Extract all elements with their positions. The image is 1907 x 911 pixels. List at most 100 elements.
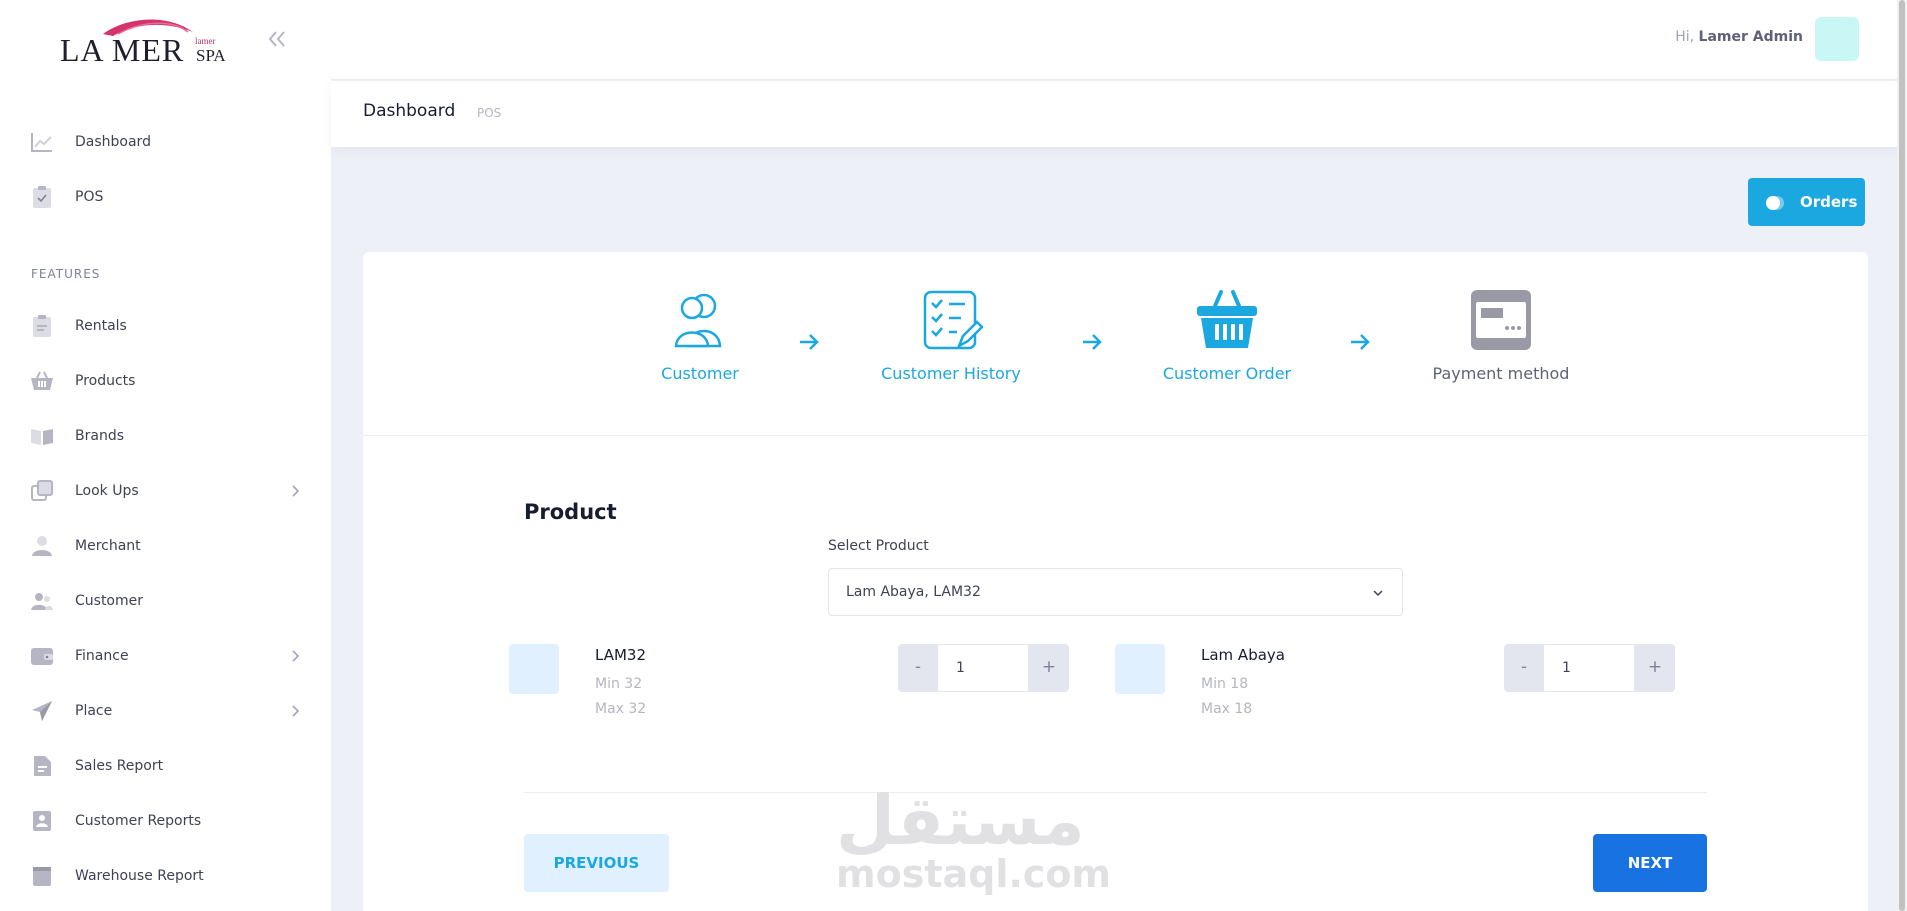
- sidebar-item-pos[interactable]: POS: [0, 177, 331, 217]
- sidebar-item-label: Dashboard: [75, 134, 151, 150]
- section-title: Product: [524, 500, 617, 524]
- clipboard-check-icon: [33, 186, 51, 208]
- sidebar-item-look-ups[interactable]: Look Ups: [0, 471, 331, 511]
- decrement-button[interactable]: -: [1504, 644, 1544, 692]
- sidebar-item-label: Place: [75, 703, 113, 719]
- pos-wizard-card: Customer Customer History Customer Order…: [363, 252, 1868, 911]
- quantity-input[interactable]: [1544, 645, 1634, 691]
- previous-button[interactable]: PREVIOUS: [524, 834, 669, 892]
- sidebar-item-brands[interactable]: Brands: [0, 416, 331, 456]
- product-name: LAM32: [595, 646, 646, 664]
- sidebar-item-label: POS: [75, 189, 104, 205]
- watermark-arabic: مستقل: [836, 782, 1085, 861]
- basket-icon: [31, 371, 53, 390]
- logo-small-text: lamer: [195, 36, 216, 46]
- user-greeting[interactable]: Hi, Lamer Admin: [1675, 29, 1803, 45]
- orders-button[interactable]: Orders: [1748, 178, 1865, 226]
- navigation-icon: [32, 701, 52, 721]
- chevron-right-icon: [292, 485, 300, 497]
- sidebar-item-label: Sales Report: [75, 758, 164, 774]
- double-chevron-left-icon: [268, 31, 285, 47]
- payment-card-icon: [1471, 290, 1531, 350]
- watermark: مستقل mostaql.com: [836, 782, 1112, 902]
- wizard-step-label: Payment method: [1432, 364, 1570, 383]
- checklist-edit-icon: [923, 290, 983, 350]
- quantity-stepper: - +: [898, 644, 1069, 692]
- product-min: Min 32: [595, 676, 643, 692]
- wizard-step-label: Customer Order: [1162, 364, 1292, 383]
- logo-suffix: SPA: [196, 46, 226, 65]
- product-max: Max 18: [1201, 701, 1253, 717]
- file-icon: [34, 756, 51, 776]
- basket-icon: [1197, 290, 1257, 348]
- sidebar-item-label: Merchant: [75, 538, 141, 554]
- wizard-steps: Customer Customer History Customer Order…: [363, 252, 1868, 436]
- wizard-step-label: Customer: [661, 364, 739, 383]
- product-thumbnail: [1115, 644, 1165, 694]
- sidebar-item-label: Products: [75, 373, 136, 389]
- sidebar-item-warehouse-report[interactable]: Warehouse Report: [0, 856, 331, 896]
- select-product-label: Select Product: [828, 538, 929, 554]
- sidebar-section-title: FEATURES: [31, 267, 101, 281]
- chevron-right-icon: [292, 650, 300, 662]
- product-thumbnail: [509, 644, 559, 694]
- chevron-right-icon: [292, 705, 300, 717]
- sidebar-item-products[interactable]: Products: [0, 361, 331, 401]
- users-icon: [31, 593, 53, 610]
- sidebar-item-merchant[interactable]: Merchant: [0, 526, 331, 566]
- select-product-dropdown[interactable]: Lam Abaya, LAM32: [828, 568, 1403, 616]
- top-header: Hi, Lamer Admin: [331, 0, 1907, 80]
- sidebar-item-label: Brands: [75, 428, 124, 444]
- chart-line-icon: [31, 133, 52, 152]
- avatar[interactable]: [1815, 17, 1859, 61]
- next-button[interactable]: NEXT: [1593, 834, 1707, 892]
- product-name: Lam Abaya: [1201, 646, 1285, 664]
- divider: [524, 792, 1707, 793]
- sidebar-item-sales-report[interactable]: Sales Report: [0, 746, 331, 786]
- quantity-input[interactable]: [938, 645, 1028, 691]
- chevron-down-icon: [1373, 590, 1383, 597]
- select-product-value: Lam Abaya, LAM32: [846, 584, 981, 600]
- layers-icon: [31, 480, 53, 501]
- user-name: Lamer Admin: [1698, 29, 1803, 45]
- watermark-latin: mostaql.com: [836, 852, 1112, 896]
- increment-button[interactable]: +: [1029, 644, 1069, 692]
- wizard-step-customer[interactable]: Customer: [600, 288, 800, 398]
- sidebar-item-customer[interactable]: Customer: [0, 581, 331, 621]
- sidebar-item-rentals[interactable]: Rentals: [0, 306, 331, 346]
- sidebar-item-label: Customer: [75, 593, 144, 609]
- scrollbar-thumb[interactable]: [1899, 0, 1905, 911]
- scrollbar[interactable]: [1897, 0, 1907, 911]
- sidebar-item-label: Rentals: [75, 318, 127, 334]
- breadcrumb[interactable]: POS: [477, 106, 501, 120]
- wizard-step-payment-method[interactable]: Payment method: [1401, 288, 1601, 398]
- wizard-step-customer-history[interactable]: Customer History: [851, 288, 1051, 398]
- book-icon: [31, 429, 53, 445]
- sidebar-item-customer-reports[interactable]: Customer Reports: [0, 801, 331, 841]
- orders-button-label: Orders: [1800, 193, 1858, 211]
- sidebar-item-place[interactable]: Place: [0, 691, 331, 731]
- arrow-right-icon: [1351, 334, 1370, 350]
- wallet-icon: [31, 648, 53, 665]
- logo-text: LA MER: [60, 32, 185, 68]
- product-min: Min 18: [1201, 676, 1249, 692]
- sidebar-item-dashboard[interactable]: Dashboard: [0, 122, 331, 162]
- box-icon: [33, 867, 51, 886]
- sidebar-item-label: Finance: [75, 648, 129, 664]
- brand-logo[interactable]: LA MER lamer SPA: [58, 14, 233, 68]
- arrow-right-icon: [800, 334, 819, 350]
- greeting-prefix: Hi,: [1675, 29, 1695, 45]
- page-title: Dashboard: [363, 101, 456, 121]
- sidebar-item-label: Warehouse Report: [75, 868, 204, 884]
- product-max: Max 32: [595, 701, 647, 717]
- sidebar-collapse-button[interactable]: [262, 24, 292, 54]
- sidebar-item-finance[interactable]: Finance: [0, 636, 331, 676]
- wizard-step-customer-order[interactable]: Customer Order: [1127, 288, 1327, 398]
- increment-button[interactable]: +: [1635, 644, 1675, 692]
- decrement-button[interactable]: -: [898, 644, 938, 692]
- quantity-stepper: - +: [1504, 644, 1675, 692]
- subheader: Dashboard POS: [331, 81, 1907, 147]
- contact-card-icon: [33, 811, 51, 831]
- sidebar: LA MER lamer SPA Dashboard POS FEATURES: [0, 0, 331, 911]
- arrow-right-icon: [1083, 334, 1102, 350]
